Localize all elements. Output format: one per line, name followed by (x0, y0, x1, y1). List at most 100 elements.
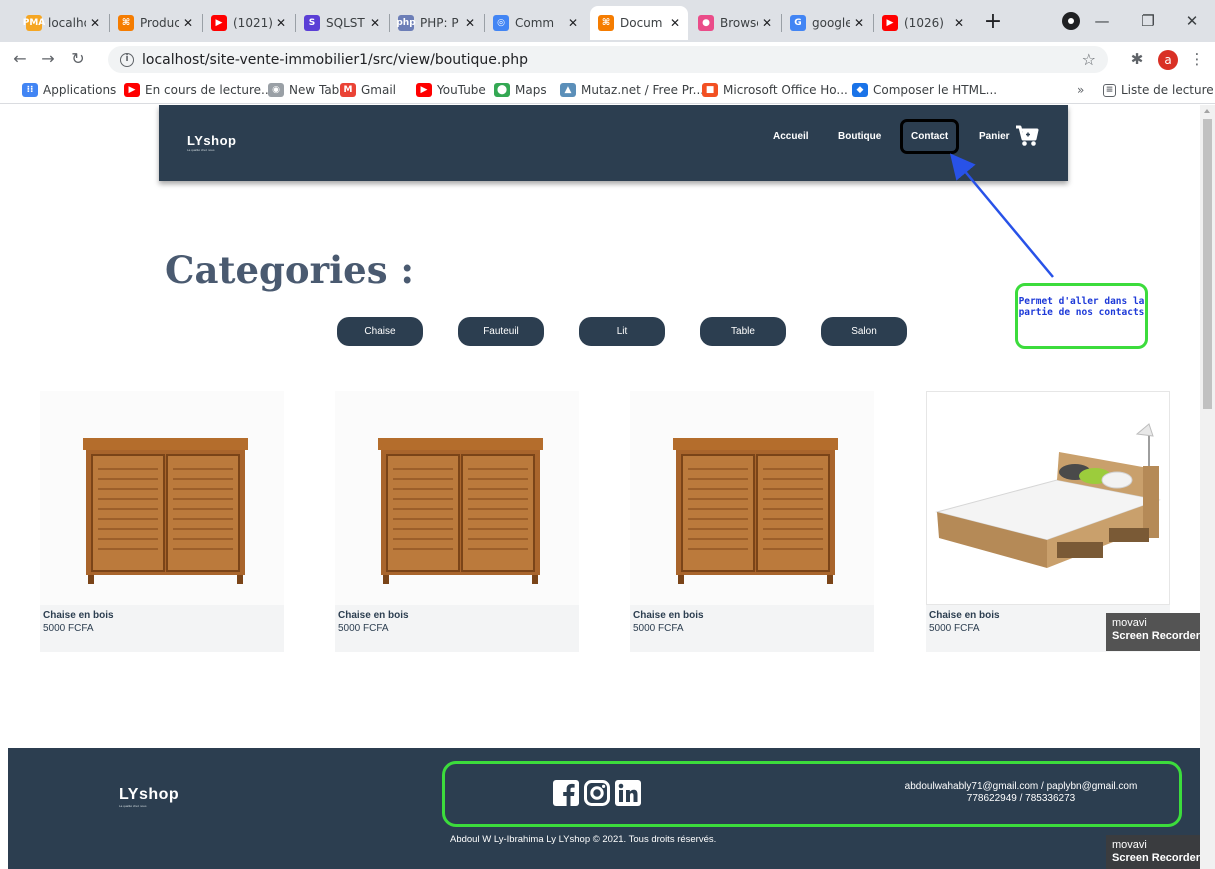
product-name: Chaise en bois (43, 610, 114, 621)
close-window-icon[interactable]: ✕ (1169, 8, 1215, 34)
category-lit-button[interactable]: Lit (579, 317, 665, 346)
nav-panier[interactable]: Panier (979, 130, 1010, 144)
bookmark-item[interactable]: ◉ New Tab (268, 80, 339, 100)
tab-close-icon[interactable]: ✕ (762, 16, 772, 30)
bookmark-item[interactable]: ▲ Mutaz.net / Free Pr... (560, 80, 704, 100)
tab-close-icon[interactable]: ✕ (670, 16, 680, 30)
tab-title: SQLST (326, 16, 365, 30)
product-info: Chaise en bois 5000 FCFA (40, 605, 284, 652)
cart-icon[interactable] (1015, 125, 1039, 147)
bookmark-label: Maps (515, 83, 547, 97)
linkedin-icon[interactable] (615, 780, 641, 806)
browser-tab[interactable]: Ggoogle ✕ (782, 6, 872, 40)
tab-title: Comm (515, 16, 555, 30)
bookmark-label: Microsoft Office Ho... (723, 83, 848, 97)
footer-logo[interactable]: LYshop La qualité chez nous (119, 786, 179, 808)
footer-logo-text: LYshop (119, 786, 180, 803)
bookmark-icon: ▶ (416, 83, 432, 97)
browser-tab-strip: PMAlocalho ✕ ⌘ Produc ✕ ▶ (1021) ✕ S SQLST ✕ php PHP… (0, 0, 1215, 42)
footer-emails[interactable]: abdoulwahably71@gmail.com / paplybn@gmai… (866, 781, 1176, 793)
tab-close-icon[interactable]: ✕ (90, 16, 100, 30)
extensions-icon[interactable]: ✱ (1126, 48, 1148, 70)
scrollbar-thumb[interactable] (1203, 119, 1212, 409)
browser-tab[interactable]: PMAlocalho ✕ (18, 6, 108, 40)
forward-icon[interactable]: → (36, 47, 60, 71)
avatar[interactable]: a (1158, 50, 1178, 70)
tab-close-icon[interactable]: ✕ (954, 16, 964, 30)
category-fauteuil-button[interactable]: Fauteuil (458, 317, 544, 346)
watermark-line2: Screen Recorder (1112, 852, 1200, 864)
browser-toolbar: ← → ↻ i localhost/site-vente-immobilier1… (0, 42, 1215, 76)
bookmark-item[interactable]: ◆ Composer le HTML... (852, 80, 997, 100)
bookmark-item[interactable]: M Gmail (340, 80, 396, 100)
nav-boutique[interactable]: Boutique (838, 130, 881, 144)
browser-tab[interactable]: S SQLST ✕ (296, 6, 388, 40)
bookmark-icon: ⬤ (494, 83, 510, 97)
category-table-button[interactable]: Table (700, 317, 786, 346)
site-info-icon[interactable]: i (120, 52, 134, 67)
back-icon[interactable]: ← (8, 47, 32, 71)
bookmark-item[interactable]: ⬤ Maps (494, 80, 547, 100)
cabinet-illustration (673, 438, 838, 584)
reload-icon[interactable]: ↻ (66, 47, 90, 71)
menu-kebab-icon[interactable]: ⋮ (1186, 48, 1208, 70)
bookmark-item[interactable]: ⁝⁝ Applications (22, 80, 116, 100)
browser-tab[interactable]: php PHP: P ✕ (390, 6, 483, 40)
site-logo-text: LYshop (187, 133, 237, 148)
reading-list[interactable]: ≡ Liste de lecture (1103, 80, 1214, 100)
nav-contact[interactable]: Contact (911, 130, 948, 144)
facebook-icon[interactable] (553, 780, 579, 806)
browser-tab[interactable]: ⌘ Docum ✕ (590, 6, 688, 40)
category-chaise-button[interactable]: Chaise (337, 317, 423, 346)
bookmark-star-icon[interactable]: ☆ (1082, 50, 1096, 69)
tab-favicon-icon: PMA (23, 15, 45, 31)
page-scrollbar[interactable] (1200, 105, 1215, 869)
address-bar[interactable]: i localhost/site-vente-immobilier1/src/v… (108, 46, 1108, 73)
categories-title: Categories : (165, 248, 415, 292)
instagram-icon[interactable] (584, 780, 610, 806)
bookmark-icon: ⁝⁝ (22, 83, 38, 97)
tab-title: localho (48, 16, 86, 30)
bookmark-item[interactable]: ■ Microsoft Office Ho... (702, 80, 848, 100)
browser-tab[interactable]: ● Browse ✕ (690, 6, 780, 40)
product-card[interactable]: Chaise en bois 5000 FCFA (335, 391, 579, 653)
bed-illustration (935, 423, 1161, 568)
tab-close-icon[interactable]: ✕ (370, 16, 380, 30)
tab-title: Produc (140, 16, 179, 30)
nav-accueil[interactable]: Accueil (773, 130, 809, 144)
bookmarks-overflow-chevron[interactable]: » (1077, 80, 1084, 100)
product-name: Chaise en bois (633, 610, 704, 621)
page-viewport: LYshop La qualité chez nous Accueil Bout… (0, 105, 1200, 869)
new-tab-button[interactable]: + (980, 10, 1006, 36)
scroll-up-arrow[interactable] (1204, 109, 1210, 113)
tab-title: Browse (720, 16, 758, 30)
footer-contact: abdoulwahably71@gmail.com / paplybn@gmai… (866, 781, 1176, 805)
tab-close-icon[interactable]: ✕ (183, 16, 193, 30)
tab-title: (1026) (904, 16, 944, 30)
tab-close-icon[interactable]: ✕ (854, 16, 864, 30)
category-salon-button[interactable]: Salon (821, 317, 907, 346)
browser-tab[interactable]: ⌘ Produc ✕ (110, 6, 201, 40)
browser-tab[interactable]: ▶ (1026) ✕ (874, 6, 972, 40)
tab-title: google (812, 16, 850, 30)
tab-close-icon[interactable]: ✕ (465, 16, 475, 30)
product-info: Chaise en bois 5000 FCFA (630, 605, 874, 652)
annotation-note: Permet d'aller dans la partie de nos con… (1015, 283, 1148, 349)
browser-tab[interactable]: ◎ Comm ✕ (485, 6, 586, 40)
bookmark-label: Mutaz.net / Free Pr... (581, 83, 705, 97)
site-footer: LYshop La qualité chez nous abdoulwahabl… (8, 748, 1200, 869)
bookmark-item[interactable]: ▶ YouTube (416, 80, 486, 100)
bookmark-label: Applications (43, 83, 117, 97)
site-logo[interactable]: LYshop La qualité chez nous (187, 133, 236, 152)
tab-favicon-icon: php (396, 15, 416, 31)
product-card[interactable]: Chaise en bois 5000 FCFA (40, 391, 284, 653)
browser-profile-icon[interactable] (1062, 12, 1080, 30)
product-price: 5000 FCFA (633, 623, 684, 634)
minimize-icon[interactable]: — (1079, 8, 1125, 34)
browser-tab[interactable]: ▶ (1021) ✕ (203, 6, 294, 40)
product-card[interactable]: Chaise en bois 5000 FCFA (630, 391, 874, 653)
tab-close-icon[interactable]: ✕ (276, 16, 286, 30)
restore-icon[interactable]: ❐ (1125, 8, 1171, 34)
bookmark-item[interactable]: ▶ En cours de lecture... (124, 80, 272, 100)
tab-close-icon[interactable]: ✕ (568, 16, 578, 30)
